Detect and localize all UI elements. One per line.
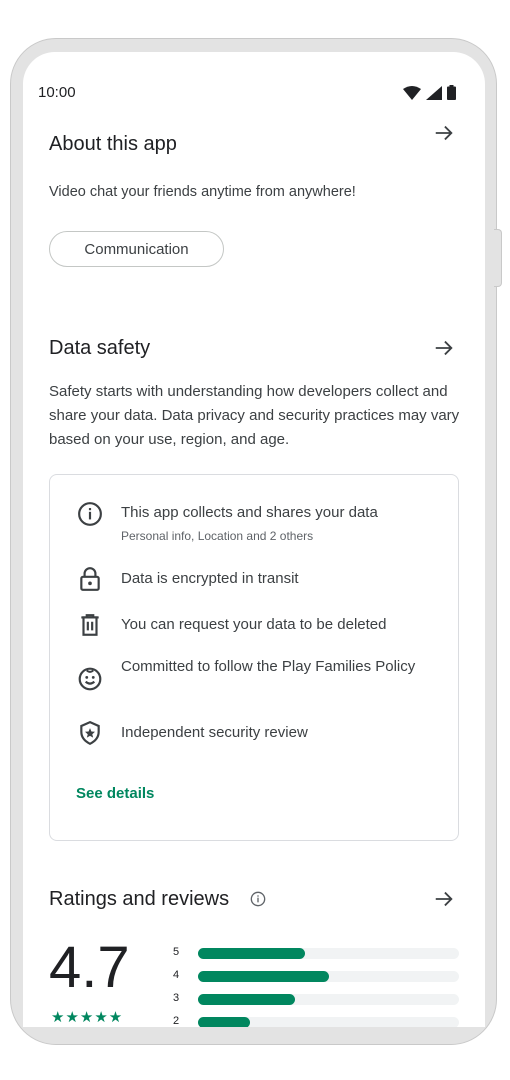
- about-arrow-icon[interactable]: [433, 122, 455, 144]
- ratings-arrow-icon[interactable]: [433, 888, 455, 910]
- wifi-icon: [403, 85, 421, 100]
- data-safety-arrow-icon[interactable]: [433, 337, 455, 359]
- shield-star-icon: [80, 720, 100, 746]
- status-icons: [403, 85, 456, 100]
- data-safety-title: Data safety: [49, 337, 151, 359]
- data-safety-item-text: Independent security review: [121, 724, 308, 741]
- data-safety-item-subtext: Personal info, Location and 2 others: [121, 529, 314, 543]
- ratings-title: Ratings and reviews: [49, 888, 230, 910]
- category-chip[interactable]: Communication: [49, 231, 224, 267]
- info-icon: [78, 502, 102, 526]
- about-description: Video chat your friends anytime from any…: [49, 184, 356, 200]
- rating-bar-track: [198, 1017, 459, 1027]
- info-icon[interactable]: [250, 891, 266, 907]
- rating-bar-fill: [198, 1017, 250, 1027]
- data-safety-item-text: You can request your data to be deleted: [121, 616, 387, 633]
- rating-bar-fill: [198, 948, 305, 959]
- see-details-link[interactable]: See details: [76, 785, 154, 802]
- data-safety-description: Safety starts with understanding how dev…: [49, 383, 460, 448]
- rating-bar-fill: [198, 994, 295, 1005]
- battery-icon: [447, 85, 456, 100]
- data-safety-item-text: Committed to follow the Play Families Po…: [121, 658, 416, 675]
- rating-bar-track: [198, 971, 459, 982]
- signal-icon: [426, 85, 442, 100]
- phone-side-button: [494, 229, 502, 287]
- data-safety-item-text: Data is encrypted in transit: [121, 570, 299, 587]
- rating-bar-label: 2: [173, 1015, 180, 1027]
- rating-bar-label: 3: [173, 992, 180, 1004]
- rating-bar-label: 5: [173, 946, 180, 958]
- star-rating: ★★★★★: [51, 1009, 124, 1026]
- lock-icon: [80, 567, 100, 591]
- data-safety-item-text: This app collects and shares your data: [121, 504, 378, 521]
- about-title: About this app: [49, 133, 177, 155]
- families-icon: [78, 667, 102, 691]
- screen: 10:00 About this app Video chat your fri…: [23, 52, 485, 1027]
- rating-bar-fill: [198, 971, 329, 982]
- trash-icon: [81, 614, 99, 636]
- status-time: 10:00: [38, 84, 76, 101]
- rating-bar-track: [198, 994, 459, 1005]
- average-rating: 4.7: [49, 935, 130, 1000]
- rating-bar-track: [198, 948, 459, 959]
- rating-bar-label: 4: [173, 969, 180, 981]
